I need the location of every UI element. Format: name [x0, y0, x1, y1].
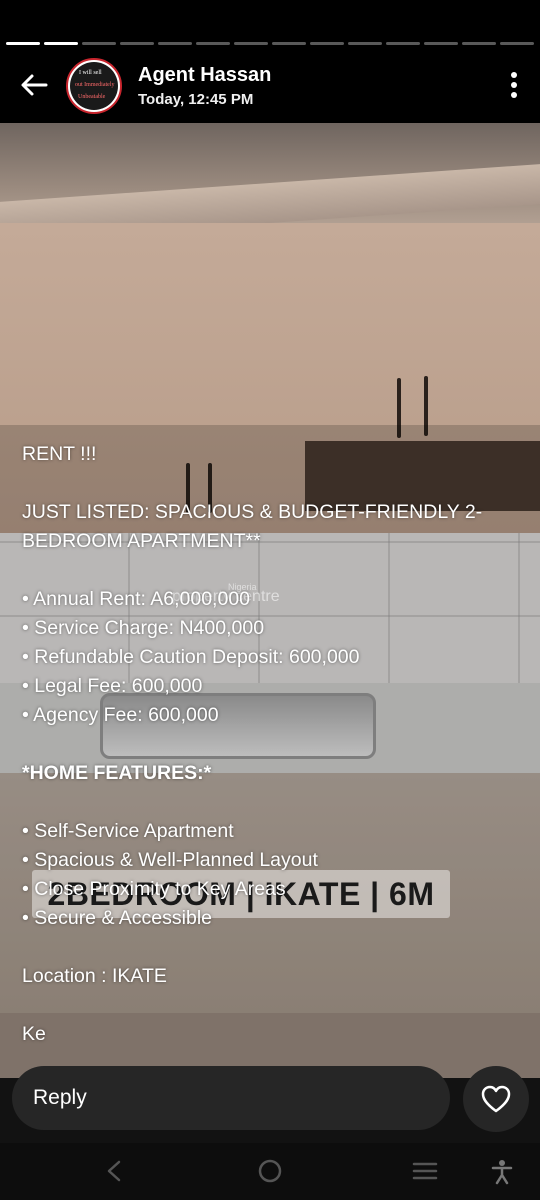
progress-segment: [424, 42, 458, 45]
reply-bar: Reply: [0, 1066, 540, 1143]
caption-line: • Secure & Accessible: [22, 907, 213, 929]
like-button[interactable]: [463, 1066, 529, 1132]
progress-segment: [272, 42, 306, 45]
system-nav-bar: [0, 1143, 540, 1200]
story-header: I will sell out Immediately Unbeatable A…: [0, 55, 540, 123]
progress-segment: [348, 42, 382, 45]
caption-line: • Agency Fee: 600,000: [22, 704, 219, 726]
caption-line: Ke: [22, 1023, 46, 1045]
progress-segment: [44, 42, 78, 45]
progress-segment: [120, 42, 154, 45]
post-timestamp: Today, 12:45 PM: [138, 91, 254, 108]
reply-placeholder: Reply: [33, 1086, 87, 1109]
progress-segment: [234, 42, 268, 45]
arrow-left-icon: [21, 74, 48, 96]
caption-line: JUST LISTED: SPACIOUS & BUDGET-FRIENDLY …: [22, 501, 483, 552]
story-progress: [6, 42, 534, 46]
chevron-left-icon[interactable]: [104, 1159, 124, 1183]
progress-segment: [386, 42, 420, 45]
heart-icon: [481, 1085, 511, 1113]
avatar-logo: I will sell out Immediately Unbeatable: [70, 62, 118, 110]
caption-line: • Self-Service Apartment: [22, 820, 234, 842]
progress-segment: [158, 42, 192, 45]
avatar[interactable]: I will sell out Immediately Unbeatable: [66, 58, 122, 114]
caption-line: • Legal Fee: 600,000: [22, 675, 203, 697]
menu-lines-icon[interactable]: [412, 1159, 438, 1183]
story-caption: RENT !!! JUST LISTED: SPACIOUS & BUDGET-…: [22, 440, 522, 1049]
caption-line: *HOME FEATURES:*: [22, 762, 212, 784]
back-button[interactable]: [18, 69, 50, 101]
caption-line: • Spacious & Well-Planned Layout: [22, 849, 318, 871]
progress-segment: [196, 42, 230, 45]
progress-segment: [500, 42, 534, 45]
progress-segment: [462, 42, 496, 45]
caption-line: • Close Proximity to Key Areas: [22, 878, 286, 900]
caption-line: RENT !!!: [22, 443, 97, 465]
caption-line: Location : IKATE: [22, 965, 167, 987]
more-options-button[interactable]: [510, 71, 518, 99]
circle-icon[interactable]: [258, 1159, 282, 1183]
caption-line: • Service Charge: N400,000: [22, 617, 265, 639]
caption-line: • Refundable Caution Deposit: 600,000: [22, 646, 360, 668]
more-vertical-icon: [511, 72, 517, 98]
progress-segment: [310, 42, 344, 45]
progress-segment: [82, 42, 116, 45]
progress-segment: [6, 42, 40, 45]
caption-line: • Annual Rent: A6,000,000: [22, 588, 251, 610]
agent-name[interactable]: Agent Hassan: [138, 64, 271, 87]
accessibility-icon[interactable]: [490, 1159, 514, 1185]
reply-input[interactable]: Reply: [12, 1066, 450, 1130]
